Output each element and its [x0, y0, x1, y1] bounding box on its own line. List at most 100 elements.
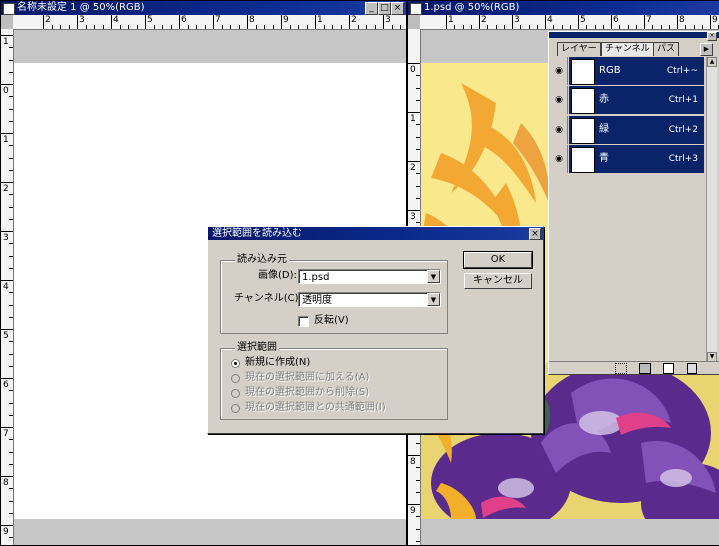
visibility-eye-icon[interactable]: ◉	[551, 86, 568, 114]
ruler-tick	[416, 516, 420, 518]
chevron-down-icon[interactable]: ▼	[427, 270, 440, 283]
ruler-number: 8	[3, 478, 9, 488]
ruler-tick	[77, 15, 78, 29]
palette-close-button[interactable]: ×	[707, 32, 717, 41]
ruler-tick	[685, 25, 687, 29]
ruler-tick	[9, 353, 13, 355]
visibility-eye-icon[interactable]: ◉	[551, 145, 568, 173]
ruler-tick	[454, 25, 456, 29]
ruler-number: 4	[3, 282, 9, 292]
radio-intersect-selection[interactable]	[231, 404, 240, 413]
tab-layers[interactable]: レイヤー	[557, 42, 601, 56]
palette-titlebar[interactable]	[549, 32, 719, 38]
ruler-tick	[693, 25, 695, 29]
ruler-number: 1	[3, 135, 9, 145]
ruler-tick	[470, 25, 472, 29]
channel-select[interactable]: 透明度 ▼	[298, 292, 441, 307]
tab-paths[interactable]: パス	[653, 42, 680, 56]
channel-shortcut: Ctrl+1	[668, 95, 698, 105]
ruler-tick	[416, 75, 420, 77]
radio-subtract-selection[interactable]	[231, 389, 240, 398]
ruler-tick	[652, 25, 654, 29]
save-selection-icon[interactable]	[639, 363, 651, 374]
radio-add-selection[interactable]	[231, 374, 240, 383]
chevron-down-icon[interactable]: ▼	[427, 293, 440, 306]
ruler-number: 1	[448, 15, 454, 25]
source-group: 読み込み元 画像(D): 1.psd ▼ チャンネル(C): 透明度 ▼ 反転(…	[220, 254, 448, 334]
ruler-tick	[1, 133, 13, 134]
document-label: 画像(D):	[258, 270, 297, 281]
ruler-tick	[416, 467, 420, 469]
channel-body[interactable]: 緑 Ctrl+2	[569, 116, 704, 144]
palette-scrollbar[interactable]: ▲ ▼	[706, 57, 717, 362]
ruler-number: 5	[3, 331, 9, 341]
cancel-button[interactable]: キャンセル	[464, 273, 532, 289]
channel-name: RGB	[599, 65, 621, 76]
trash-icon[interactable]	[687, 363, 697, 374]
channel-body[interactable]: 青 Ctrl+3	[569, 145, 704, 173]
ruler-tick	[221, 25, 223, 29]
ruler-tick	[289, 25, 291, 29]
visibility-eye-icon[interactable]: ◉	[551, 57, 568, 85]
channel-row-green[interactable]: ◉ 緑 Ctrl+2	[551, 116, 704, 144]
ruler-tick	[1, 182, 13, 183]
ruler-tick	[644, 15, 645, 29]
right-window-titlebar[interactable]: 1.psd @ 50%(RGB)	[408, 1, 719, 15]
dialog-close-button[interactable]: ×	[529, 228, 541, 240]
ruler-tick	[668, 25, 670, 29]
radio-new-selection[interactable]	[231, 359, 240, 368]
channel-row-blue[interactable]: ◉ 青 Ctrl+3	[551, 145, 704, 173]
maximize-button[interactable]: □	[378, 2, 391, 15]
document-select[interactable]: 1.psd ▼	[298, 269, 441, 284]
ok-button[interactable]: OK	[463, 251, 533, 269]
ruler-tick	[153, 25, 155, 29]
minimize-button[interactable]: _	[365, 2, 378, 15]
ruler-tick	[416, 197, 420, 199]
ruler-tick	[9, 145, 13, 147]
load-selection-dialog[interactable]: 選択範囲を読み込む × 読み込み元 画像(D): 1.psd ▼ チャンネル(C…	[207, 226, 544, 434]
ruler-number: 0	[410, 65, 416, 75]
ruler-tick	[446, 15, 447, 29]
ruler-number: 8	[249, 15, 255, 25]
ruler-tick	[340, 25, 342, 29]
channels-palette[interactable]: × レイヤー チャンネル パス ▶ ◉ RGB Ctrl+~ ◉ 赤 Ctrl+…	[548, 31, 719, 375]
ruler-tick	[9, 120, 13, 122]
tab-channels[interactable]: チャンネル	[601, 42, 654, 56]
channel-row-red[interactable]: ◉ 赤 Ctrl+1	[551, 86, 704, 114]
ruler-number: 5	[580, 15, 586, 25]
dialog-titlebar[interactable]: 選択範囲を読み込む ×	[208, 227, 543, 240]
ruler-tick	[9, 267, 13, 269]
channel-thumbnail	[571, 118, 595, 144]
ruler-tick	[43, 15, 44, 29]
left-window-titlebar[interactable]: 名称未設定 1 @ 50%(RGB) _ □ ×	[1, 1, 406, 15]
ruler-number: 2	[3, 184, 9, 194]
ruler-tick	[9, 488, 13, 490]
channel-label: チャンネル(C):	[234, 293, 302, 304]
channel-shortcut: Ctrl+2	[668, 125, 698, 135]
ruler-tick	[602, 25, 604, 29]
close-button[interactable]: ×	[391, 2, 404, 15]
ruler-tick	[9, 206, 13, 208]
ruler-tick	[9, 439, 13, 441]
ruler-tick	[306, 25, 308, 29]
ruler-tick	[264, 25, 265, 29]
ruler-tick	[1, 84, 13, 85]
channel-body[interactable]: RGB Ctrl+~	[569, 57, 704, 85]
ruler-tick	[416, 136, 420, 138]
load-selection-icon[interactable]	[615, 363, 627, 374]
channel-body[interactable]: 赤 Ctrl+1	[569, 86, 704, 114]
visibility-eye-icon[interactable]: ◉	[551, 116, 568, 144]
ruler-tick	[323, 25, 325, 29]
channel-row-rgb[interactable]: ◉ RGB Ctrl+~	[551, 57, 704, 85]
ruler-tick	[408, 504, 420, 505]
channel-select-value: 透明度	[302, 295, 332, 306]
ruler-tick	[701, 25, 703, 29]
invert-checkbox[interactable]	[298, 316, 309, 327]
palette-menu-button[interactable]: ▶	[700, 43, 713, 56]
scroll-up-button[interactable]: ▲	[707, 57, 717, 67]
new-channel-icon[interactable]	[663, 363, 674, 374]
pasteboard-top	[14, 30, 406, 63]
ruler-number: 3	[79, 15, 85, 25]
channel-shortcut: Ctrl+3	[668, 154, 698, 164]
ruler-tick	[9, 59, 13, 61]
